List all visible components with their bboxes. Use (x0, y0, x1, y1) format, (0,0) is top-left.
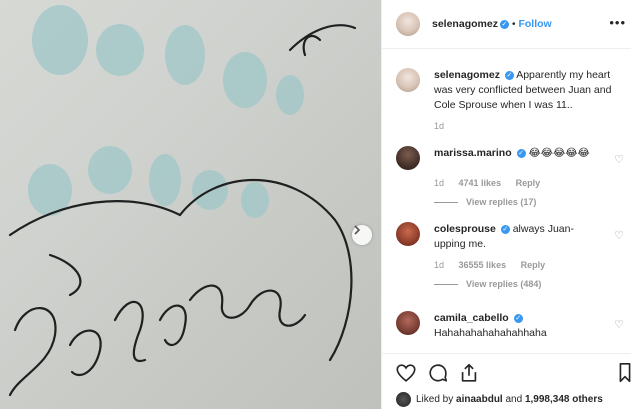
likes-count[interactable]: 1,998,348 others (525, 394, 603, 405)
post-photo[interactable] (0, 0, 381, 409)
comment-text: Hahahahahahahahhaha (434, 327, 547, 339)
avatar[interactable] (396, 311, 420, 335)
photo-wall-writing (8, 5, 357, 397)
comment-likes[interactable]: 4741 likes (459, 178, 502, 188)
separator-dot: • (511, 18, 516, 30)
comment-time[interactable]: 1d (434, 178, 444, 188)
comment-like-heart-icon[interactable]: ♡ (614, 229, 624, 242)
follow-button[interactable]: Follow (518, 18, 551, 30)
post-header: selenagomez ✓ • Follow ••• (382, 0, 631, 49)
avatar[interactable] (396, 146, 420, 170)
heart-icon[interactable] (395, 362, 417, 384)
replies-line (434, 283, 458, 285)
next-photo-button[interactable] (352, 225, 372, 245)
reply-button[interactable]: Reply (521, 260, 546, 270)
liked-by-line: Liked by ainaabdul and 1,998,348 others (396, 392, 603, 407)
more-options-icon[interactable]: ••• (609, 15, 626, 30)
chevron-right-icon (354, 225, 361, 235)
liked-by-and: and (505, 394, 523, 405)
comment-text: 😂😂😂😂😂 (528, 147, 590, 159)
comment-like-heart-icon[interactable]: ♡ (614, 318, 624, 331)
share-icon[interactable] (458, 362, 480, 384)
comment-item: marissa.marino ✓ 😂😂😂😂😂 1d 4741 likes Rep… (396, 146, 626, 207)
comment-item: colesprouse ✓ always Juan-upping me. 1d … (396, 222, 626, 289)
reply-button[interactable]: Reply (516, 178, 541, 188)
header-username[interactable]: selenagomez (432, 18, 498, 30)
caption: selenagomez ✓ Apparently my heart was ve… (396, 68, 626, 131)
liker-username[interactable]: ainaabdul (456, 394, 503, 405)
verified-badge-icon: ✓ (504, 70, 514, 80)
caption-username[interactable]: selenagomez (434, 69, 500, 81)
comment-item: camila_cabello ✓ Hahahahahahahahhaha (396, 311, 626, 341)
comment-username[interactable]: marissa.marino (434, 147, 512, 159)
bookmark-icon[interactable] (618, 362, 631, 384)
view-replies-label: View replies (17) (466, 197, 537, 207)
replies-line (434, 201, 458, 203)
comment-username[interactable]: colesprouse (434, 223, 496, 235)
comment-like-heart-icon[interactable]: ♡ (614, 153, 624, 166)
caption-text-block: selenagomez ✓ Apparently my heart was ve… (434, 68, 626, 113)
avatar[interactable] (396, 12, 420, 36)
comment-text-block: camila_cabello ✓ Hahahahahahahahhaha (434, 311, 584, 341)
verified-badge-icon: ✓ (499, 19, 509, 29)
liked-by-prefix: Liked by (416, 394, 454, 405)
comment-time[interactable]: 1d (434, 260, 444, 270)
caption-timestamp[interactable]: 1d (434, 121, 444, 131)
avatar[interactable] (396, 392, 411, 407)
comment-text-block: colesprouse ✓ always Juan-upping me. (434, 222, 584, 252)
caption-time: 1d (434, 121, 626, 131)
comment-likes[interactable]: 36555 likes (459, 260, 507, 270)
view-replies-button[interactable]: View replies (484) (434, 279, 626, 289)
verified-badge-icon: ✓ (513, 313, 523, 323)
avatar[interactable] (396, 68, 420, 92)
avatar[interactable] (396, 222, 420, 246)
comment-text-block: marissa.marino ✓ 😂😂😂😂😂 (434, 146, 590, 170)
comment-meta: 1d 36555 likes Reply (434, 260, 626, 270)
comment-username[interactable]: camila_cabello (434, 312, 509, 324)
view-replies-label: View replies (484) (466, 279, 542, 289)
view-replies-button[interactable]: View replies (17) (434, 197, 626, 207)
comment-icon[interactable] (427, 362, 449, 384)
verified-badge-icon: ✓ (500, 224, 510, 234)
post-side-panel: selenagomez ✓ • Follow ••• selenagomez ✓… (381, 0, 631, 409)
verified-badge-icon: ✓ (516, 148, 526, 158)
comment-meta: 1d 4741 likes Reply (434, 178, 626, 188)
